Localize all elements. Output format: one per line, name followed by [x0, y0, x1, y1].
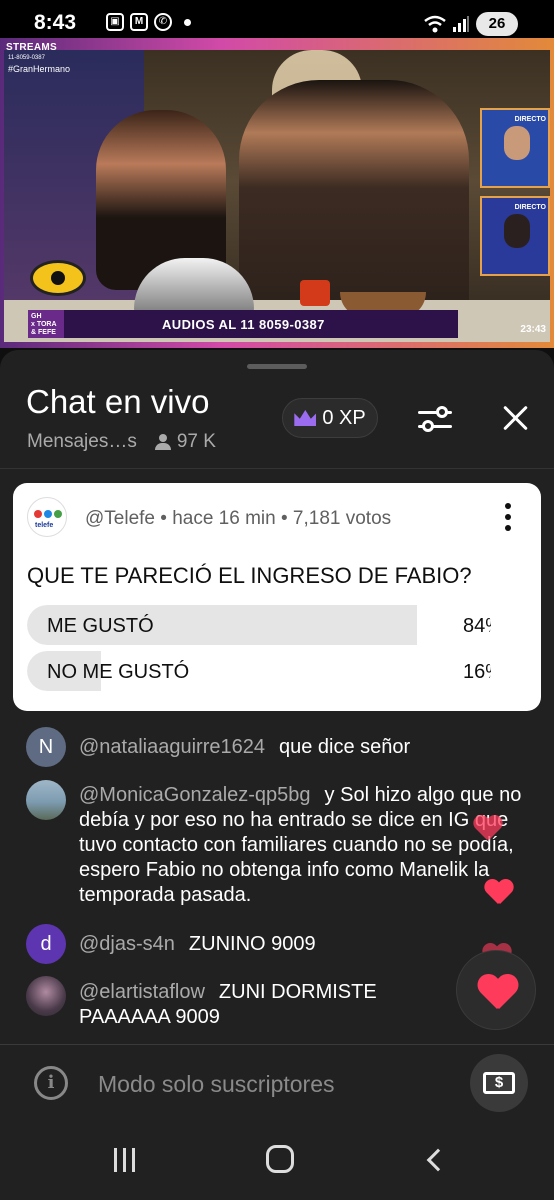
message-body: @djas-s4n ZUNINO 9009 [79, 924, 526, 957]
message-author[interactable]: @elartistaflow [79, 981, 205, 1003]
logo-dot [44, 510, 52, 518]
logo-dot [34, 510, 42, 518]
chat-message[interactable]: @elartistaflow ZUNI DORMISTE PAAAAAA 9009 [26, 976, 456, 1030]
video-phone-small: 11-8059-0387 [8, 55, 45, 61]
telefe-logo-text: telefe [35, 522, 54, 529]
streams-logo: STREAMS [6, 42, 57, 53]
back-icon[interactable] [426, 1148, 450, 1172]
video-player[interactable]: DIRECTO DIRECTO STREAMS 11-8059-0387 #Gr… [0, 38, 554, 348]
dollar-icon: $ [483, 1072, 515, 1094]
chat-input[interactable]: Modo solo suscriptores [98, 1071, 335, 1098]
poll-card[interactable]: telefe @Telefe • hace 16 min • 7,181 vot… [13, 483, 541, 711]
info-icon[interactable]: i [34, 1066, 68, 1100]
pip-label: DIRECTO [514, 204, 546, 211]
crown-icon [294, 410, 317, 426]
battery-icon: 26 [476, 12, 518, 36]
status-notification-icons: ▣ M ✆ [106, 13, 191, 31]
drag-handle[interactable] [247, 364, 307, 369]
poll-option-1[interactable]: ME GUSTÓ 84% [27, 605, 491, 645]
poll-question: QUE TE PARECIÓ EL INGRESO DE FABIO? [27, 563, 472, 588]
xp-button[interactable]: 0 XP [282, 398, 378, 438]
chat-message[interactable]: @MonicaGonzalez-qp5bg y Sol hizo algo que… [26, 780, 526, 908]
video-frame[interactable]: DIRECTO DIRECTO [4, 50, 550, 342]
gran-hermano-eye-icon [30, 260, 86, 296]
poll-meta: @Telefe • hace 16 min • 7,181 votos [85, 508, 392, 529]
notification-dot-icon [184, 18, 191, 26]
dot [505, 503, 511, 509]
video-person-right [239, 80, 469, 320]
chat-message[interactable]: N @nataliaaguirre1624 que dice señor [26, 727, 526, 767]
video-clock: 23:43 [520, 324, 546, 335]
more-options-icon[interactable] [501, 503, 515, 533]
avatar[interactable] [26, 780, 66, 820]
message-author[interactable]: @MonicaGonzalez-qp5bg [79, 784, 311, 806]
gmail-icon: M [130, 13, 148, 31]
chat-mode-label[interactable]: Mensajes…s [27, 431, 137, 453]
filter-knob [436, 406, 448, 418]
logo-dot [54, 510, 62, 518]
live-chat-panel: Chat en vivo Mensajes…s 97 K 0 XP telefe… [0, 350, 554, 1200]
pip-person [504, 126, 530, 160]
poll-option-percent: 84% [463, 615, 491, 637]
chat-filter-button[interactable] [414, 398, 458, 438]
pip-label: DIRECTO [514, 116, 546, 123]
signal-icon [453, 16, 469, 32]
message-author[interactable]: @nataliaaguirre1624 [79, 736, 265, 758]
whatsapp-icon: ✆ [154, 13, 172, 31]
close-icon[interactable] [496, 398, 536, 438]
reaction-button[interactable] [456, 950, 536, 1030]
poll-option-label: NO ME GUSTÓ [47, 661, 190, 683]
home-icon[interactable] [266, 1145, 294, 1173]
recents-icon[interactable] [114, 1148, 138, 1172]
video-hashtag: #GranHermano [8, 64, 71, 74]
status-system-icons: 26 [424, 12, 518, 36]
poll-option-percent: 16% [463, 661, 491, 683]
poll-option-label: ME GUSTÓ [47, 615, 154, 637]
avatar[interactable]: d [26, 924, 66, 964]
avatar[interactable] [26, 976, 66, 1016]
status-time: 8:43 [34, 11, 77, 34]
viewer-count: 97 K [176, 431, 216, 452]
system-nav-bar [0, 1118, 554, 1200]
message-body: @MonicaGonzalez-qp5bg y Sol hizo algo que… [79, 780, 526, 908]
video-promo-text: AUDIOS AL 11 8059-0387 [162, 316, 325, 332]
dot [505, 514, 511, 520]
avatar[interactable]: N [26, 727, 66, 767]
viewers-icon [154, 434, 171, 450]
telefe-logo: telefe [27, 497, 67, 537]
floating-heart-icon [485, 880, 513, 906]
xp-label: 0 XP [322, 406, 366, 429]
dot [505, 525, 511, 531]
video-pip-top: DIRECTO [480, 108, 550, 188]
chat-message[interactable]: d @djas-s4n ZUNINO 9009 [26, 924, 526, 964]
chat-title: Chat en vivo [26, 383, 210, 420]
video-lower-third: GH x TORA & FEFE AUDIOS AL 11 8059-0387 [28, 310, 458, 338]
input-divider [0, 1044, 554, 1045]
message-text: ZUNINO 9009 [188, 933, 316, 955]
super-chat-button[interactable]: $ [470, 1054, 528, 1112]
screenshot-icon: ▣ [106, 13, 124, 31]
filter-knob [422, 420, 434, 432]
message-author[interactable]: @djas-s4n [79, 933, 175, 955]
pip-person [504, 214, 530, 248]
message-body: @nataliaaguirre1624 que dice señor [79, 727, 526, 760]
message-body: @elartistaflow ZUNI DORMISTE PAAAAAA 9009 [79, 976, 456, 1030]
heart-icon [479, 975, 519, 1011]
video-pip-bottom: DIRECTO [480, 196, 550, 276]
show-badge: GH x TORA & FEFE [28, 310, 64, 338]
header-divider [0, 468, 554, 469]
chat-subtitle[interactable]: Mensajes…s 97 K [27, 431, 216, 453]
floating-heart-icon [474, 816, 502, 842]
message-text: que dice señor [279, 736, 411, 758]
poll-option-2[interactable]: NO ME GUSTÓ 16% [27, 651, 491, 691]
wifi-icon [424, 15, 446, 33]
video-candle [300, 280, 330, 306]
